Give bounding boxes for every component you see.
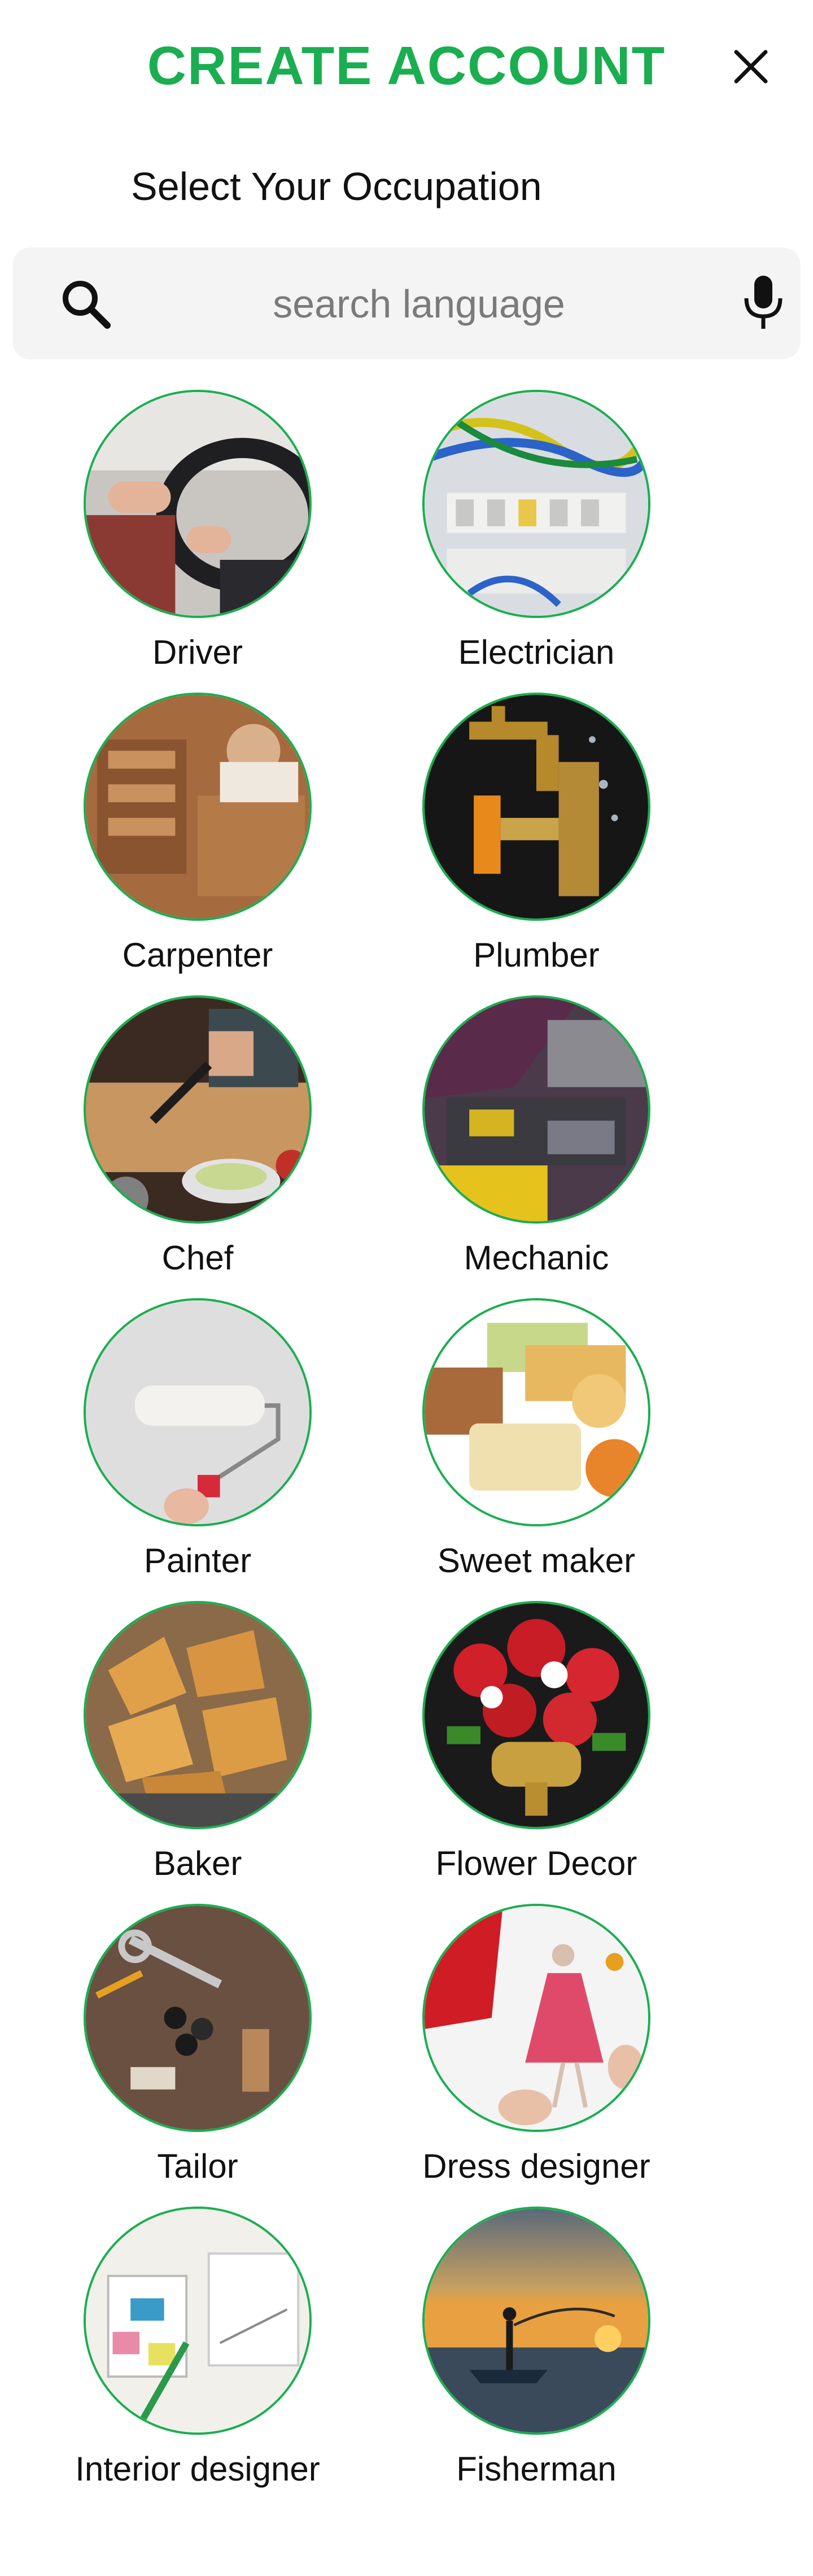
page-title: CREATE ACCOUNT	[147, 36, 666, 96]
occupation-item-painter[interactable]: Painter	[0, 1298, 395, 1592]
occupation-label: Dress designer	[422, 2147, 650, 2185]
occupation-label: Chef	[161, 1239, 234, 1277]
occupation-item-mechanic[interactable]: Mechanic	[339, 995, 734, 1289]
occupation-image-plumber	[422, 693, 650, 921]
occupation-image-electrician	[422, 390, 650, 618]
occupation-label: Electrician	[458, 633, 615, 671]
occupation-image-mechanic	[422, 995, 650, 1224]
mic-icon[interactable]	[741, 273, 786, 332]
occupation-image-tailor	[84, 1904, 312, 2132]
occupation-image-carpenter	[84, 693, 312, 921]
occupation-item-chef[interactable]: Chef	[0, 995, 395, 1289]
header: CREATE ACCOUNT	[0, 0, 813, 130]
occupation-item-electrician[interactable]: Electrician	[339, 390, 734, 684]
occupation-image-baker	[84, 1601, 312, 1829]
occupation-label: Carpenter	[122, 936, 273, 974]
occupation-item-baker[interactable]: Baker	[0, 1601, 395, 1895]
occupation-item-sweet-maker[interactable]: Sweet maker	[339, 1298, 734, 1592]
occupation-label: Mechanic	[464, 1239, 609, 1277]
occupation-item-carpenter[interactable]: Carpenter	[0, 693, 395, 986]
occupation-image-chef	[84, 995, 312, 1224]
occupation-label: Plumber	[473, 936, 600, 974]
occupation-label: Sweet maker	[437, 1542, 636, 1579]
occupation-item-dress-designer[interactable]: Dress designer	[339, 1904, 734, 2198]
occupation-item-flower-decor[interactable]: Flower Decor	[339, 1601, 734, 1895]
close-icon	[734, 50, 768, 84]
occupation-item-interior-designer[interactable]: Interior designer	[0, 2207, 395, 2500]
occupation-label: Painter	[143, 1542, 252, 1579]
occupation-label: Interior designer	[75, 2450, 320, 2488]
search-bar[interactable]	[12, 247, 801, 359]
occupation-label: Driver	[152, 633, 243, 671]
occupation-image-driver	[84, 390, 312, 618]
occupation-label: Tailor	[157, 2147, 238, 2185]
occupation-label: Flower Decor	[435, 1844, 637, 1882]
occupation-label: Baker	[153, 1844, 242, 1882]
occupation-image-sweet-maker	[422, 1298, 650, 1526]
occupation-label: Fisherman	[456, 2450, 617, 2488]
occupation-item-tailor[interactable]: Tailor	[0, 1904, 395, 2198]
occupation-item-driver[interactable]: Driver	[0, 390, 395, 684]
occupation-image-interior-designer	[84, 2207, 312, 2435]
search-input[interactable]	[148, 264, 690, 343]
close-button[interactable]	[728, 44, 773, 89]
occupation-item-plumber[interactable]: Plumber	[339, 693, 734, 986]
occupation-image-flower-decor	[422, 1601, 650, 1829]
occupation-image-dress-designer	[422, 1904, 650, 2132]
occupation-image-painter	[84, 1298, 312, 1526]
search-icon[interactable]	[59, 277, 113, 331]
section-heading: Select Your Occupation	[131, 164, 542, 208]
occupation-item-fisherman[interactable]: Fisherman	[339, 2207, 734, 2500]
occupation-image-fisherman	[422, 2207, 650, 2435]
